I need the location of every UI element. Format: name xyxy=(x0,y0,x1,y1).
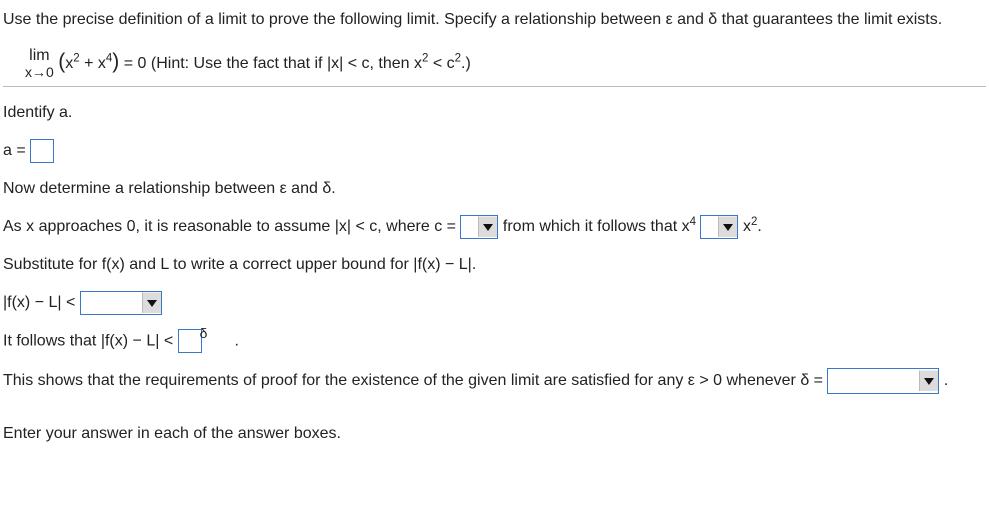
hint-start: (Hint: Use the fact that if |x| < c, the… xyxy=(151,55,422,72)
this-shows-text: This shows that the requirements of proo… xyxy=(3,372,827,389)
exp4: 4 xyxy=(690,216,696,228)
c-select[interactable] xyxy=(460,215,498,239)
delta-glyph: δ xyxy=(200,323,208,344)
fx-L-lhs: |f(x) − L| < xyxy=(3,294,80,311)
delta-equals-select[interactable] xyxy=(827,368,939,394)
lim-notation: lim x→0 xyxy=(25,48,54,79)
this-shows-row: This shows that the requirements of proo… xyxy=(3,368,986,394)
period1: . xyxy=(757,218,761,235)
footer-instruction: Enter your answer in each of the answer … xyxy=(3,422,986,446)
eq-zero: = 0 xyxy=(119,55,151,72)
period2: . xyxy=(235,333,239,350)
lim-approach: x→0 xyxy=(25,65,54,80)
plus: + xyxy=(80,55,98,72)
it-follows-row: It follows that |f(x) − L| < δ . xyxy=(3,329,986,353)
as-x-text: As x approaches 0, it is reasonable to a… xyxy=(3,218,460,235)
a-equals-row: a = xyxy=(3,139,986,163)
relation-select[interactable] xyxy=(700,215,738,239)
hint-end: .) xyxy=(461,55,471,72)
lim-word: lim xyxy=(29,48,49,65)
chevron-down-icon xyxy=(718,216,737,237)
fx-L-upper-row: |f(x) − L| < xyxy=(3,291,986,315)
now-determine-label: Now determine a relationship between ε a… xyxy=(3,177,986,201)
x2-label: x xyxy=(743,218,751,235)
chevron-down-icon xyxy=(478,216,497,237)
identify-a-label: Identify a. xyxy=(3,101,986,125)
it-follows-text: It follows that |f(x) − L| < xyxy=(3,333,178,350)
chevron-down-icon xyxy=(919,370,938,391)
as-x-row: As x approaches 0, it is reasonable to a… xyxy=(3,215,986,239)
substitute-label: Substitute for f(x) and L to write a cor… xyxy=(3,253,986,277)
follows-pre: from which it follows that x xyxy=(503,218,690,235)
hint-mid: < c xyxy=(428,55,454,72)
intro-block: Use the precise definition of a limit to… xyxy=(3,8,986,87)
period3: . xyxy=(944,372,948,389)
a-input[interactable] xyxy=(30,139,54,163)
a-equals-text: a = xyxy=(3,142,30,159)
delta-input-wrap: δ xyxy=(178,329,202,353)
term-x2: x xyxy=(98,55,106,72)
prompt-text: Use the precise definition of a limit to… xyxy=(3,8,986,32)
delta-exp-input[interactable] xyxy=(178,329,202,353)
chevron-down-icon xyxy=(142,292,161,313)
limit-expression: lim x→0 (x2 + x4) = 0 (Hint: Use the fac… xyxy=(3,46,986,80)
upper-bound-select[interactable] xyxy=(80,291,162,315)
